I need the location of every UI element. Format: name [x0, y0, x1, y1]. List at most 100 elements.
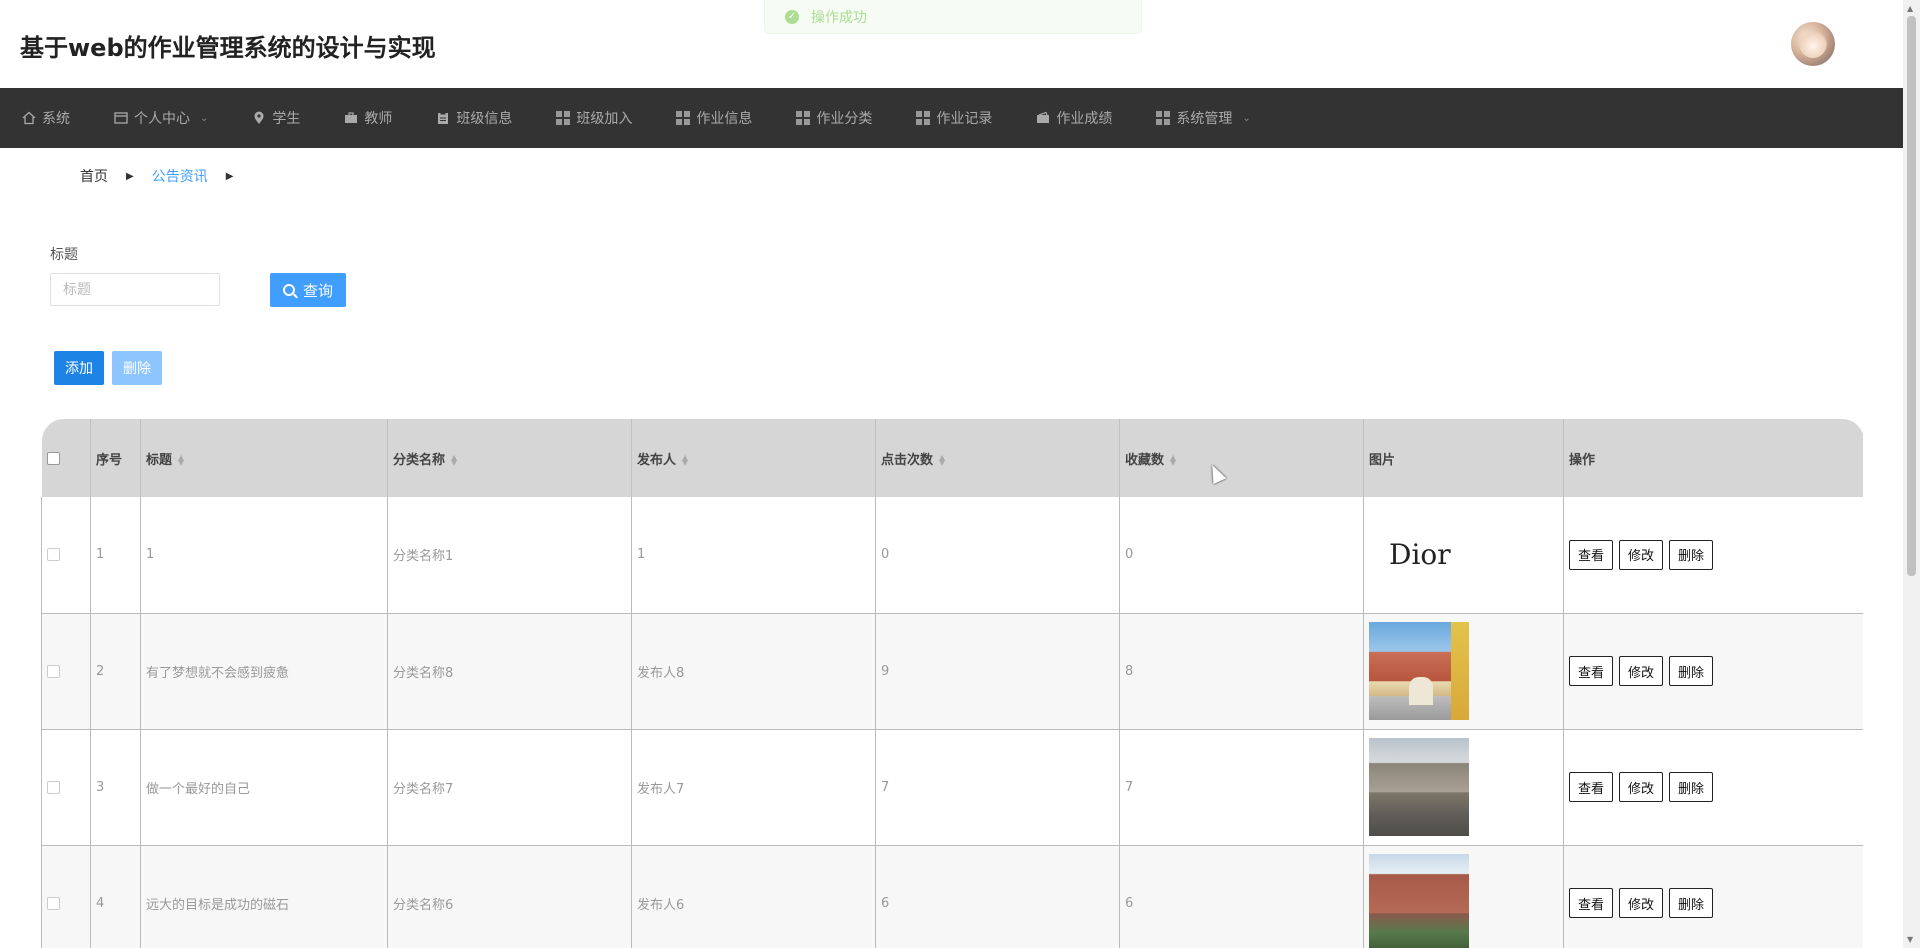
cell-clicks: 7 — [875, 729, 1120, 846]
edit-button[interactable]: 修改 — [1619, 656, 1664, 686]
cell-publisher: 发布人6 — [631, 845, 876, 948]
cell-publisher: 发布人8 — [631, 613, 876, 730]
cell-title: 1 — [140, 497, 388, 614]
column-header-label: 收藏数 — [1125, 452, 1165, 468]
nav-item-homework-score[interactable]: 作业成绩 — [1036, 88, 1112, 148]
chevron-down-icon: ⌄ — [200, 112, 209, 124]
nav-item-student[interactable]: 学生 — [252, 88, 300, 148]
nav-item-label: 个人中心 — [134, 111, 190, 127]
select-all-checkbox[interactable] — [46, 451, 60, 465]
nav-item-teacher[interactable]: 教师 — [344, 88, 392, 148]
column-header-title[interactable]: 标题 ▲ ▼ — [140, 419, 388, 497]
grid-icon — [1156, 111, 1171, 125]
nav-item-label: 作业分类 — [816, 111, 873, 127]
cell-publisher: 发布人7 — [631, 729, 876, 846]
cell-favorites: 8 — [1119, 613, 1364, 730]
check-circle-icon: ✓ — [785, 9, 799, 24]
sort-icon[interactable]: ▲ ▼ — [178, 454, 184, 467]
nav-item-homework-info[interactable]: 作业信息 — [676, 88, 752, 148]
nav-item-personal-center[interactable]: 个人中心 ⌄ — [114, 88, 208, 148]
scrollbar-thumb[interactable] — [1907, 16, 1916, 576]
row-checkbox[interactable] — [47, 896, 60, 910]
cell-index: 4 — [90, 845, 141, 948]
select-all-cell — [41, 419, 91, 497]
view-button[interactable]: 查看 — [1569, 888, 1614, 918]
row-checkbox[interactable] — [47, 780, 60, 794]
nav-item-system-management[interactable]: 系统管理 ⌄ — [1156, 88, 1251, 148]
nav-item-label: 教师 — [364, 111, 393, 127]
breadcrumb-current[interactable]: 公告资讯 — [152, 166, 208, 186]
cell-actions: 查看 修改 删除 — [1563, 497, 1863, 614]
table-row: 4 远大的目标是成功的磁石 分类名称6 发布人6 6 6 查看 修改 删除 — [41, 845, 1863, 948]
user-avatar[interactable] — [1791, 22, 1835, 66]
delete-button[interactable]: 删除 — [1669, 888, 1714, 918]
cell-favorites: 0 — [1119, 497, 1364, 614]
search-icon — [282, 284, 295, 296]
sort-icon[interactable]: ▲ ▼ — [939, 454, 945, 467]
clipboard-icon — [436, 111, 450, 125]
breadcrumb-home[interactable]: 首页 — [80, 166, 108, 186]
table-row: 3 做一个最好的自己 分类名称7 发布人7 7 7 查看 修改 删除 — [41, 729, 1863, 846]
column-header-favorites[interactable]: 收藏数 ▲ ▼ — [1119, 419, 1364, 497]
cell-category: 分类名称1 — [387, 497, 632, 614]
cell-category: 分类名称6 — [387, 845, 632, 948]
row-checkbox[interactable] — [47, 664, 60, 678]
scroll-down-icon[interactable]: ▼ — [1907, 935, 1913, 944]
batch-delete-button[interactable]: 删除 — [112, 351, 162, 385]
grid-icon — [916, 111, 931, 125]
nav-item-homework-record[interactable]: 作业记录 — [916, 88, 992, 148]
nav-item-label: 系统管理 — [1176, 111, 1233, 127]
news-table: 序号 标题 ▲ ▼ 分类名称 ▲ ▼ 发布人 ▲ ▼ 点击次数 ▲ ▼ 收藏数 ▲ ▼ 图片 操作 … — [41, 419, 1863, 948]
title-search-input[interactable] — [50, 273, 220, 306]
column-header-label: 分类名称 — [393, 452, 446, 468]
sort-icon[interactable]: ▲ ▼ — [1170, 454, 1176, 467]
chevron-right-icon: ▶ — [225, 170, 234, 182]
building-photo — [1369, 622, 1469, 720]
cell-actions: 查看 修改 删除 — [1563, 845, 1863, 948]
view-button[interactable]: 查看 — [1569, 772, 1614, 802]
column-header-publisher[interactable]: 发布人 ▲ ▼ — [631, 419, 876, 497]
column-header-label: 发布人 — [637, 452, 677, 468]
chevron-down-icon: ⌄ — [1242, 112, 1251, 124]
nav-item-homework-category[interactable]: 作业分类 — [796, 88, 872, 148]
scroll-up-icon[interactable]: ▲ — [1907, 4, 1913, 13]
edit-button[interactable]: 修改 — [1619, 772, 1664, 802]
delete-button[interactable]: 删除 — [1669, 539, 1714, 570]
nav-item-label: 作业信息 — [696, 111, 753, 127]
view-button[interactable]: 查看 — [1569, 539, 1614, 570]
nav-item-class-info[interactable]: 班级信息 — [436, 88, 512, 148]
breadcrumb: 首页 ▶ 公告资讯 ▶ — [80, 166, 251, 186]
column-header-label: 点击次数 — [881, 452, 934, 468]
query-button[interactable]: 查询 — [270, 273, 346, 307]
view-button[interactable]: 查看 — [1569, 656, 1614, 686]
nav-item-class-join[interactable]: 班级加入 — [556, 88, 632, 148]
sort-icon[interactable]: ▲ ▼ — [682, 454, 688, 467]
cell-clicks: 0 — [875, 497, 1120, 614]
row-checkbox[interactable] — [47, 548, 60, 562]
sort-icon[interactable]: ▲ ▼ — [451, 454, 457, 467]
toast-message: 操作成功 — [811, 9, 867, 26]
cell-image — [1363, 729, 1564, 846]
grid-icon — [676, 111, 691, 125]
cell-index: 3 — [90, 729, 141, 846]
table-header-row: 序号 标题 ▲ ▼ 分类名称 ▲ ▼ 发布人 ▲ ▼ 点击次数 ▲ ▼ 收藏数 ▲ ▼ 图片 操作 — [41, 419, 1863, 497]
cell-clicks: 6 — [875, 845, 1120, 948]
table-row: 1 1 分类名称1 1 0 0 Dior 查看 修改 删除 — [41, 497, 1863, 614]
column-header-clicks[interactable]: 点击次数 ▲ ▼ — [875, 419, 1120, 497]
page-scrollbar[interactable]: ▲ ▼ — [1903, 0, 1920, 948]
table-row: 2 有了梦想就不会感到疲惫 分类名称8 发布人8 9 8 查看 修改 删除 — [41, 613, 1863, 730]
cell-category: 分类名称8 — [387, 613, 632, 730]
delete-button[interactable]: 删除 — [1669, 772, 1714, 802]
column-header-category[interactable]: 分类名称 ▲ ▼ — [387, 419, 632, 497]
nav-item-system[interactable]: 系统 — [22, 88, 70, 148]
wallet-icon — [1036, 111, 1050, 125]
edit-button[interactable]: 修改 — [1619, 888, 1664, 918]
title-filter-label: 标题 — [50, 247, 78, 263]
delete-button[interactable]: 删除 — [1669, 656, 1714, 686]
add-button[interactable]: 添加 — [54, 351, 104, 385]
courtyard-photo — [1369, 738, 1469, 836]
grid-icon — [556, 111, 571, 125]
edit-button[interactable]: 修改 — [1619, 539, 1664, 570]
cell-favorites: 7 — [1119, 729, 1364, 846]
campus-photo — [1369, 854, 1469, 948]
